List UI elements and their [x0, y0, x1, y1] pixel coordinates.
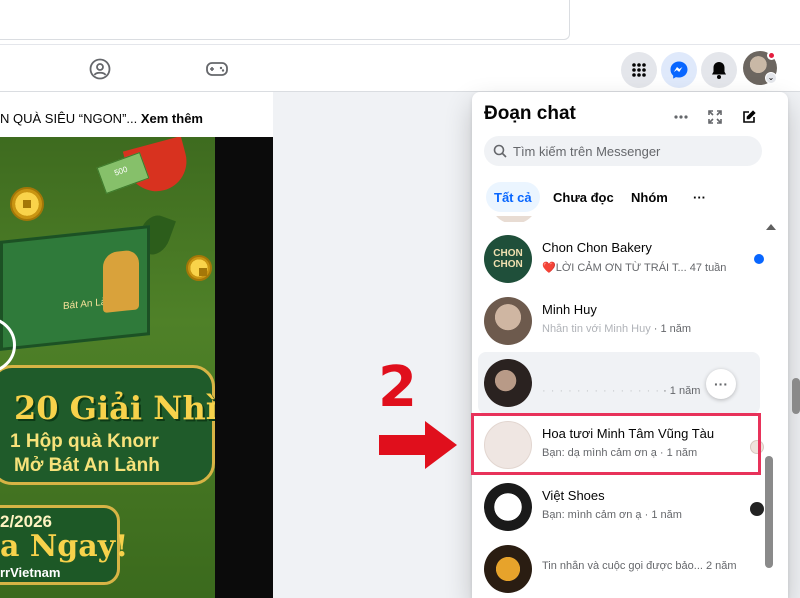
list-top-partial	[484, 216, 754, 222]
chat-preview: ❤️LỜI CẢM ƠN TỪ TRÁI T... 47 tuần	[542, 262, 727, 274]
chat-name: Minh Huy	[542, 302, 597, 317]
chat-item-chon-chon-bakery[interactable]: CHON CHON Chon Chon Bakery ❤️LỜI CẢM ƠN …	[478, 228, 764, 290]
avatar	[484, 545, 532, 593]
envelope-label: 500	[113, 164, 129, 178]
tab-groups[interactable]: Nhóm	[623, 182, 676, 212]
chat-time: 1 năm	[669, 385, 701, 397]
chat-item-encrypted[interactable]: Tin nhắn và cuộc gọi được bảo... 2 năm	[478, 538, 760, 598]
prize-title: 20 Giải Nhì	[14, 389, 215, 427]
search-input[interactable]	[513, 143, 753, 159]
chat-preview: Tin nhắn và cuộc gọi được bảo... 2 năm	[542, 560, 737, 572]
chat-panel: Đoạn chat Tất cả Chưa đọc Nhóm ··· CHON …	[472, 92, 788, 598]
step-number: 2	[378, 355, 417, 420]
chat-time: 1 năm	[660, 323, 692, 335]
avatar	[484, 359, 532, 407]
chat-time: 2 năm	[706, 560, 737, 572]
menu-grid-icon[interactable]	[621, 52, 657, 88]
chat-item-minh-huy[interactable]: Minh Huy Nhắn tin với Minh Huy · 1 năm	[478, 290, 760, 352]
chat-name: Chon Chon Bakery	[542, 240, 652, 255]
avatar	[484, 297, 532, 345]
tab-unread[interactable]: Chưa đọc	[545, 182, 622, 212]
post-caption-text: N QUÀ SIÊU “NGON”...	[0, 111, 138, 126]
promo-hashtag: rrVietnam	[0, 565, 61, 580]
chat-item-viet-shoes[interactable]: Việt Shoes Bạn: mình cảm ơn ạ · 1 năm	[478, 476, 764, 538]
prize-line-1: 1 Hộp quà Knorr	[10, 431, 159, 452]
coin-icon	[186, 255, 212, 281]
chat-name: Việt Shoes	[542, 488, 605, 503]
browser-top-bar	[0, 0, 800, 44]
tab-all[interactable]: Tất cả	[486, 182, 540, 212]
bell-icon[interactable]	[701, 52, 737, 88]
messenger-icon[interactable]	[661, 52, 697, 88]
promo-cta-text: a Ngay!	[0, 529, 129, 564]
prize-line-2: Mở Bát An Lành	[14, 455, 160, 476]
expand-icon[interactable]	[704, 106, 726, 128]
chevron-down-icon[interactable]: ⌄	[765, 72, 777, 84]
gift-box-image: Bát An Lành	[0, 225, 150, 351]
see-more-link[interactable]: Xem thêm	[141, 111, 203, 126]
chat-item-hovered[interactable]: · · · · · · · · · · · · · · · 1 năm ···	[478, 352, 760, 414]
page-scrollbar-thumb[interactable]	[792, 378, 800, 414]
coin-icon	[10, 187, 44, 221]
promo-poster: 500 Bát An Lành 20 Giải Nhì 1 Hộp quà Kn…	[0, 137, 215, 598]
new-message-icon[interactable]	[738, 106, 760, 128]
post-media[interactable]: 500 Bát An Lành 20 Giải Nhì 1 Hộp quà Kn…	[0, 137, 273, 598]
gaming-icon[interactable]	[205, 57, 229, 81]
chat-time: 47 tuần	[689, 262, 727, 274]
avatar: CHON CHON	[484, 235, 532, 283]
chat-preview: Nhắn tin với Minh Huy · 1 năm	[542, 323, 692, 335]
conversation-options-button[interactable]: ···	[706, 369, 736, 399]
avatar	[484, 483, 532, 531]
highlight-box	[471, 413, 761, 475]
red-arrow-icon	[379, 421, 457, 469]
tab-more[interactable]: ···	[685, 182, 714, 212]
chat-preview: Bạn: mình cảm ơn ạ · 1 năm	[542, 509, 682, 521]
chat-panel-title: Đoạn chat	[484, 103, 576, 124]
chat-time: 1 năm	[651, 509, 682, 521]
address-bar[interactable]	[0, 0, 570, 40]
notification-dot	[767, 51, 776, 60]
groups-icon[interactable]	[88, 57, 112, 81]
character-figure	[103, 249, 139, 314]
messenger-search[interactable]	[484, 136, 762, 166]
scroll-up-arrow-icon[interactable]	[766, 224, 776, 230]
search-icon	[493, 144, 507, 158]
more-options-icon[interactable]	[670, 106, 692, 128]
top-navigation	[0, 44, 800, 92]
post-caption: N QUÀ SIÊU “NGON”... Xem thêm	[0, 111, 273, 126]
scroll-thumb[interactable]	[765, 456, 773, 568]
